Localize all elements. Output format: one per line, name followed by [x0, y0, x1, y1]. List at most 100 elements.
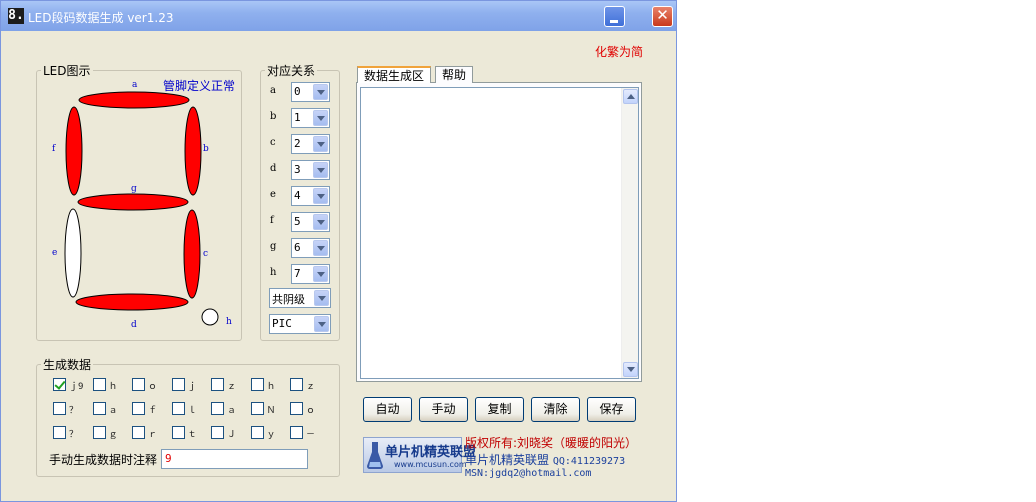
- generate-checkbox[interactable]: [53, 426, 66, 439]
- mapping-select-value: 0: [294, 85, 301, 98]
- segment-f[interactable]: [65, 106, 83, 196]
- minimize-button[interactable]: [604, 6, 625, 27]
- generate-checkbox[interactable]: [92, 378, 106, 391]
- group-name: 单片机精英联盟: [465, 453, 550, 467]
- generate-checkbox[interactable]: [53, 378, 66, 391]
- mapping-select-d[interactable]: 3: [291, 160, 330, 180]
- generate-checkbox[interactable]: [132, 426, 145, 439]
- vertical-scrollbar[interactable]: [621, 88, 638, 378]
- generate-checkbox[interactable]: [211, 378, 224, 391]
- generate-checkbox[interactable]: [211, 402, 224, 415]
- chevron-down-icon[interactable]: [313, 266, 328, 282]
- mapping-select-b[interactable]: 1: [291, 108, 330, 128]
- chevron-down-icon[interactable]: [314, 316, 329, 332]
- chevron-down-icon[interactable]: [313, 240, 328, 256]
- generate-checkbox-label: ｏ: [148, 382, 158, 392]
- mapping-select-f[interactable]: 5: [291, 212, 330, 232]
- segment-b[interactable]: [184, 106, 202, 196]
- generate-checkbox[interactable]: [171, 426, 185, 439]
- generate-checkbox-label: ｈ: [108, 382, 118, 392]
- mapping-select-g[interactable]: 6: [291, 238, 330, 258]
- mapping-row-a: a0: [270, 82, 332, 102]
- label-b: b: [203, 144, 209, 154]
- scroll-up-icon[interactable]: [623, 89, 638, 104]
- mapping-label: b: [270, 111, 277, 122]
- generate-checkbox[interactable]: [290, 426, 303, 439]
- generate-checkbox[interactable]: [250, 378, 264, 391]
- manual-note-input[interactable]: 9: [161, 449, 308, 469]
- scroll-down-icon[interactable]: [623, 362, 638, 377]
- chevron-down-icon[interactable]: [313, 162, 328, 178]
- segment-a[interactable]: [78, 91, 190, 109]
- copyright-text: 版权所有:刘晓奖（暖暖的阳光）: [465, 436, 638, 450]
- simplify-chinese-link[interactable]: 化繁为简: [595, 43, 643, 60]
- window-title: LED段码数据生成 ver1.23: [28, 11, 174, 25]
- tab-data-generation[interactable]: 数据生成区: [357, 66, 432, 83]
- auto-button[interactable]: 自动: [363, 397, 412, 422]
- generate-checkbox[interactable]: [250, 426, 264, 439]
- generate-checkbox-label: ｚ: [227, 382, 237, 392]
- seven-segment-diagram: a b c d e f g h: [52, 80, 232, 330]
- segment-e[interactable]: [64, 208, 82, 298]
- generate-checkbox-label: ａ: [108, 406, 118, 416]
- mapping-row-c: c2: [270, 134, 332, 154]
- generate-checkbox[interactable]: [290, 378, 303, 391]
- generate-checkbox-label: ａ: [227, 406, 237, 416]
- save-button[interactable]: 保存: [587, 397, 636, 422]
- mapping-label: f: [270, 215, 274, 226]
- msn-contact: MSN:jgdq2@hotmail.com: [465, 468, 592, 479]
- manual-button[interactable]: 手动: [419, 397, 468, 422]
- cathode-select[interactable]: 共阴级: [269, 288, 331, 308]
- title-bar[interactable]: 8. LED段码数据生成 ver1.23 ✕: [1, 1, 676, 31]
- label-d: d: [131, 320, 137, 330]
- generate-checkbox-label: Ｎ: [266, 406, 276, 416]
- generate-checkbox[interactable]: [250, 402, 264, 415]
- mapping-select-h[interactable]: 7: [291, 264, 330, 284]
- tab-help[interactable]: 帮助: [435, 66, 474, 83]
- clear-button[interactable]: 清除: [531, 397, 580, 422]
- mapping-select-c[interactable]: 2: [291, 134, 330, 154]
- chevron-down-icon[interactable]: [313, 188, 328, 204]
- logo-url: www.mcusun.com: [394, 460, 467, 469]
- generate-checkbox[interactable]: [211, 426, 224, 439]
- segment-g[interactable]: [77, 193, 189, 211]
- mapping-select-value: 4: [294, 189, 301, 202]
- mapping-row-h: h7: [270, 264, 332, 284]
- output-textarea[interactable]: [360, 87, 639, 379]
- qq-number: QQ:411239273: [552, 456, 626, 467]
- segment-d[interactable]: [75, 293, 189, 311]
- generate-checkbox[interactable]: [171, 378, 185, 391]
- mapping-select-e[interactable]: 4: [291, 186, 330, 206]
- mapping-select-value: 7: [294, 267, 301, 280]
- group-contact: 单片机精英联盟 QQ:411239273: [465, 451, 625, 468]
- chevron-down-icon[interactable]: [313, 214, 328, 230]
- mapping-label: c: [270, 137, 276, 148]
- generate-checkbox[interactable]: [132, 378, 145, 391]
- chevron-down-icon[interactable]: [313, 84, 328, 100]
- generate-checkbox[interactable]: [53, 402, 66, 415]
- mapping-select-value: 5: [294, 215, 301, 228]
- label-e: e: [52, 248, 57, 258]
- mapping-label: g: [270, 241, 277, 252]
- generate-checkbox-label: ？: [69, 406, 79, 416]
- logo-title: 单片机精英联盟: [385, 445, 477, 460]
- label-h: h: [226, 317, 232, 327]
- mapping-select-value: 2: [294, 137, 301, 150]
- mapping-select-a[interactable]: 0: [291, 82, 330, 102]
- generate-checkbox[interactable]: [92, 426, 106, 439]
- chevron-down-icon[interactable]: [313, 136, 328, 152]
- copy-button[interactable]: 复制: [475, 397, 524, 422]
- generate-checkbox-label: ｙ: [266, 430, 276, 440]
- mapping-row-b: b1: [270, 108, 332, 128]
- segment-c[interactable]: [183, 209, 201, 299]
- generate-checkbox[interactable]: [171, 402, 185, 415]
- target-select[interactable]: PIC: [269, 314, 331, 334]
- chevron-down-icon[interactable]: [314, 290, 329, 306]
- chevron-down-icon[interactable]: [313, 110, 328, 126]
- generate-checkbox-label: Ｊ: [227, 430, 237, 440]
- generate-checkbox[interactable]: [290, 402, 303, 415]
- generate-checkbox[interactable]: [132, 402, 145, 415]
- segment-h[interactable]: [201, 308, 219, 326]
- generate-checkbox[interactable]: [92, 402, 106, 415]
- close-button[interactable]: ✕: [652, 6, 673, 27]
